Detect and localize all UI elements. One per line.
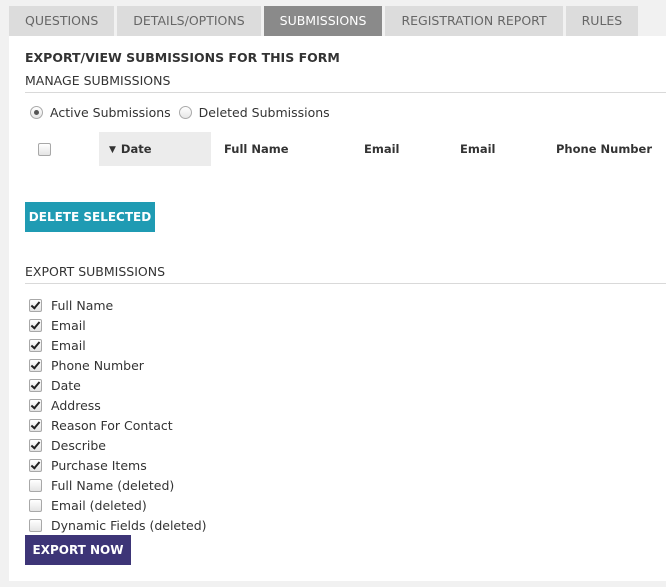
export-field-checkbox[interactable] <box>29 358 42 372</box>
manage-submissions-title: MANAGE SUBMISSIONS <box>25 73 171 88</box>
export-field-checkbox[interactable] <box>29 378 42 392</box>
tab-registration-report[interactable]: REGISTRATION REPORT <box>385 6 563 36</box>
column-header-email-2[interactable]: Email <box>460 132 495 166</box>
export-field[interactable]: Describe <box>29 435 207 455</box>
export-field[interactable]: Purchase Items <box>29 455 207 475</box>
export-field-label: Full Name <box>51 297 114 313</box>
export-field-label: Email <box>51 337 86 353</box>
tab-bar: QUESTIONS DETAILS/OPTIONS SUBMISSIONS RE… <box>9 6 641 36</box>
export-field[interactable]: Email <box>29 315 207 335</box>
export-field-label: Full Name (deleted) <box>51 477 175 493</box>
export-field[interactable]: Full Name (deleted) <box>29 475 207 495</box>
select-all-checkbox[interactable] <box>38 143 51 156</box>
export-field-checkbox[interactable] <box>29 398 42 412</box>
export-field-label: Email (deleted) <box>51 497 147 513</box>
column-header-full-name[interactable]: Full Name <box>224 132 289 166</box>
export-field-label: Date <box>51 377 81 393</box>
tab-rules[interactable]: RULES <box>565 6 639 36</box>
active-submissions-radio[interactable] <box>30 106 43 119</box>
export-field[interactable]: Address <box>29 395 207 415</box>
export-field-checkbox[interactable] <box>29 318 42 332</box>
export-field[interactable]: Full Name <box>29 295 207 315</box>
export-field-checkbox[interactable] <box>29 438 42 452</box>
export-now-button[interactable]: EXPORT NOW <box>25 535 131 565</box>
submissions-panel: EXPORT/VIEW SUBMISSIONS FOR THIS FORM MA… <box>9 36 666 581</box>
export-field-list: Full Name Email Email Phone Number Date … <box>29 295 207 535</box>
export-field-label: Describe <box>51 437 106 453</box>
export-field-checkbox[interactable] <box>29 478 42 492</box>
export-field-label: Phone Number <box>51 357 144 373</box>
sort-descending-icon: ▼ <box>109 145 116 155</box>
export-submissions-title: EXPORT SUBMISSIONS <box>25 264 166 279</box>
export-field[interactable]: Email <box>29 335 207 355</box>
export-field[interactable]: Phone Number <box>29 355 207 375</box>
export-field-label: Address <box>51 397 101 413</box>
column-label-date: Date <box>120 142 152 156</box>
export-field-label: Reason For Contact <box>51 417 173 433</box>
active-submissions-label[interactable]: Active Submissions <box>50 105 171 120</box>
select-all-cell <box>38 132 51 166</box>
column-header-date[interactable]: ▼ Date <box>99 132 211 166</box>
submissions-table-header: ▼ Date Full Name Email Email Phone Number <box>25 132 666 166</box>
deleted-submissions-label[interactable]: Deleted Submissions <box>199 105 330 120</box>
export-field-checkbox[interactable] <box>29 518 42 532</box>
submission-filter: Active Submissions Deleted Submissions <box>30 105 338 120</box>
column-header-email[interactable]: Email <box>364 132 399 166</box>
export-field-checkbox[interactable] <box>29 418 42 432</box>
export-field-checkbox[interactable] <box>29 298 42 312</box>
export-field-checkbox[interactable] <box>29 498 42 512</box>
export-field[interactable]: Reason For Contact <box>29 415 207 435</box>
page-title: EXPORT/VIEW SUBMISSIONS FOR THIS FORM <box>25 50 340 65</box>
delete-selected-button[interactable]: DELETE SELECTED <box>25 202 155 232</box>
export-field-label: Purchase Items <box>51 457 147 473</box>
export-field-label: Dynamic Fields (deleted) <box>51 517 207 533</box>
export-field[interactable]: Dynamic Fields (deleted) <box>29 515 207 535</box>
export-field[interactable]: Date <box>29 375 207 395</box>
divider <box>25 283 666 284</box>
export-field[interactable]: Email (deleted) <box>29 495 207 515</box>
divider <box>25 92 666 93</box>
tab-submissions[interactable]: SUBMISSIONS <box>263 6 383 36</box>
export-field-checkbox[interactable] <box>29 458 42 472</box>
tab-questions[interactable]: QUESTIONS <box>9 6 115 36</box>
export-field-label: Email <box>51 317 86 333</box>
export-field-checkbox[interactable] <box>29 338 42 352</box>
column-header-phone-number[interactable]: Phone Number <box>556 132 652 166</box>
tab-details-options[interactable]: DETAILS/OPTIONS <box>117 6 261 36</box>
deleted-submissions-radio[interactable] <box>178 106 192 119</box>
